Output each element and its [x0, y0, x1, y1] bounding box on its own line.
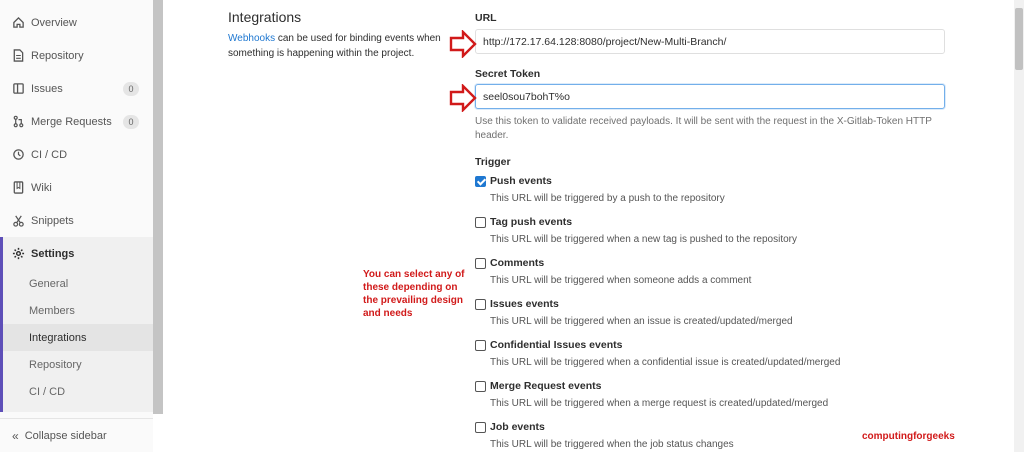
- home-icon: [11, 16, 25, 30]
- url-label: URL: [475, 12, 497, 24]
- page-scrollbar-thumb[interactable]: [1015, 8, 1023, 70]
- trigger-description: This URL will be triggered when a new ta…: [490, 234, 798, 245]
- sidebar-item-label: Wiki: [31, 181, 52, 194]
- merge-requests-count-badge: 0: [123, 115, 139, 129]
- sidebar-item-issues[interactable]: Issues 0: [0, 72, 153, 105]
- secret-token-input[interactable]: [475, 84, 945, 109]
- gear-icon: [11, 247, 25, 261]
- trigger-description: This URL will be triggered when an issue…: [490, 316, 793, 327]
- scissors-icon: [11, 214, 25, 228]
- comments-checkbox[interactable]: [475, 258, 486, 269]
- rocket-icon: [11, 148, 25, 162]
- merge-icon: [11, 115, 25, 129]
- trigger-label: Trigger: [475, 156, 511, 168]
- sidebar-item-ci-cd[interactable]: CI / CD: [0, 138, 153, 171]
- sidebar-item-wiki[interactable]: Wiki: [0, 171, 153, 204]
- trigger-push-events: Push events This URL will be triggered b…: [475, 175, 955, 214]
- gitlab-settings-page: Overview Repository Issues 0 Merge Reque…: [0, 0, 1024, 452]
- trigger-name: Issues events: [490, 298, 559, 310]
- book-icon: [11, 181, 25, 195]
- trigger-name: Tag push events: [490, 216, 573, 228]
- trigger-description: This URL will be triggered when a merge …: [490, 398, 829, 409]
- red-arrow-icon: [449, 30, 477, 58]
- trigger-name: Push events: [490, 175, 552, 187]
- trigger-description: This URL will be triggered when a confid…: [490, 357, 841, 368]
- sidebar-subitem-ci-cd[interactable]: CI / CD: [3, 378, 153, 405]
- sidebar-item-label: Merge Requests: [31, 115, 112, 128]
- issues-count-badge: 0: [123, 82, 139, 96]
- watermark: computingforgeeks: [862, 431, 955, 442]
- issues-events-checkbox[interactable]: [475, 299, 486, 310]
- sidebar-item-label: Issues: [31, 82, 63, 95]
- sidebar-item-label: Snippets: [31, 214, 74, 227]
- double-chevron-left-icon: «: [12, 428, 19, 443]
- description-text: can be used for binding events when: [275, 33, 441, 44]
- sidebar-item-overview[interactable]: Overview: [0, 6, 153, 39]
- doc-icon: [11, 49, 25, 63]
- confidential-issues-events-checkbox[interactable]: [475, 340, 486, 351]
- webhooks-link[interactable]: Webhooks: [228, 33, 275, 44]
- tag-push-events-checkbox[interactable]: [475, 217, 486, 228]
- sidebar-item-label: Repository: [31, 49, 84, 62]
- description-text: something is happening within the projec…: [228, 48, 415, 59]
- trigger-description: This URL will be triggered by a push to …: [490, 193, 725, 204]
- trigger-name: Comments: [490, 257, 545, 269]
- trigger-tag-push-events: Tag push events This URL will be trigger…: [475, 216, 955, 255]
- sidebar-item-label: CI / CD: [31, 148, 68, 161]
- job-events-checkbox[interactable]: [475, 422, 486, 433]
- secret-token-help: Use this token to validate received payl…: [475, 116, 932, 141]
- section-description: Webhooks can be used for binding events …: [228, 31, 456, 61]
- trigger-comments: Comments This URL will be triggered when…: [475, 257, 955, 296]
- push-events-checkbox[interactable]: [475, 176, 486, 187]
- sidebar-subitem-members[interactable]: Members: [3, 297, 153, 324]
- sidebar-item-snippets[interactable]: Snippets: [0, 204, 153, 237]
- sidebar-scrollbar[interactable]: [153, 0, 163, 414]
- sidebar-item-label: Settings: [31, 247, 75, 260]
- trigger-issues-events: Issues events This URL will be triggered…: [475, 298, 955, 337]
- collapse-sidebar-label: Collapse sidebar: [24, 429, 107, 442]
- trigger-name: Job events: [490, 421, 545, 433]
- trigger-confidential-issues-events: Confidential Issues events This URL will…: [475, 339, 955, 378]
- trigger-merge-request-events: Merge Request events This URL will be tr…: [475, 380, 955, 419]
- trigger-description: This URL will be triggered when someone …: [490, 275, 752, 286]
- trigger-description: This URL will be triggered when the job …: [490, 439, 734, 450]
- secret-token-label: Secret Token: [475, 68, 541, 80]
- collapse-sidebar-button[interactable]: « Collapse sidebar: [0, 418, 153, 452]
- sidebar-subitem-general[interactable]: General: [3, 270, 153, 297]
- sidebar-item-settings[interactable]: Settings: [0, 237, 153, 270]
- merge-request-events-checkbox[interactable]: [475, 381, 486, 392]
- trigger-name: Confidential Issues events: [490, 339, 623, 351]
- sidebar-subitem-integrations[interactable]: Integrations: [3, 324, 153, 351]
- url-input[interactable]: [475, 29, 945, 54]
- sidebar-item-label: Overview: [31, 16, 77, 29]
- annotation-note: You can select any of these depending on…: [363, 269, 465, 319]
- sidebar-subitem-repository[interactable]: Repository: [3, 351, 153, 378]
- red-arrow-icon: [449, 84, 477, 112]
- sidebar: Overview Repository Issues 0 Merge Reque…: [0, 0, 153, 452]
- sidebar-item-merge-requests[interactable]: Merge Requests 0: [0, 105, 153, 138]
- issues-icon: [11, 82, 25, 96]
- section-title: Integrations: [228, 9, 302, 25]
- trigger-name: Merge Request events: [490, 380, 602, 392]
- sidebar-item-repository[interactable]: Repository: [0, 39, 153, 72]
